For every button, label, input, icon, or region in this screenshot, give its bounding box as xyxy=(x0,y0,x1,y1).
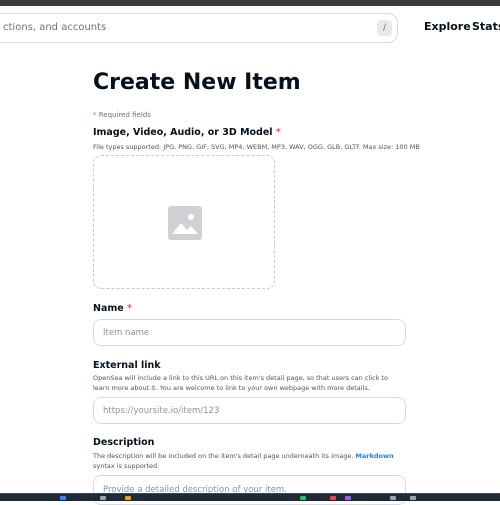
external-link-help: OpenSea will include a link to this URL … xyxy=(93,374,388,392)
nav-explore-link[interactable]: Explore xyxy=(424,20,471,33)
external-link-field[interactable] xyxy=(93,397,406,424)
media-label: Image, Video, Audio, or 3D Model * xyxy=(93,127,281,138)
nav-stats-link[interactable]: Stats xyxy=(472,20,500,33)
search-bar[interactable]: ctions, and accounts / xyxy=(0,13,398,43)
name-label: Name * xyxy=(93,303,132,314)
name-input[interactable] xyxy=(94,320,405,346)
taskbar-app-icon[interactable] xyxy=(345,496,351,500)
taskbar-app-icon[interactable] xyxy=(125,496,131,500)
description-label: Description xyxy=(93,437,155,448)
required-fields-note: * Required fields xyxy=(93,111,151,119)
required-star: * xyxy=(93,111,97,119)
description-help-text: The description will be included on the … xyxy=(93,452,354,460)
search-shortcut-key: / xyxy=(377,20,392,36)
media-upload-dropzone[interactable] xyxy=(93,155,275,289)
name-required-star: * xyxy=(127,303,132,314)
external-link-label: External link xyxy=(93,360,161,371)
media-required-star: * xyxy=(275,127,281,138)
taskbar-app-icon[interactable] xyxy=(390,496,396,500)
name-field[interactable] xyxy=(93,319,406,346)
taskbar-app-icon[interactable] xyxy=(300,496,306,500)
markdown-link[interactable]: Markdown xyxy=(356,452,394,460)
taskbar-app-icon[interactable] xyxy=(330,496,336,500)
site-header: ctions, and accounts / Explore Stats xyxy=(0,6,500,46)
taskbar-app-icon[interactable] xyxy=(60,496,66,500)
description-help-suffix: syntax is supported. xyxy=(93,462,160,470)
external-link-input[interactable] xyxy=(94,398,405,424)
required-fields-text: Required fields xyxy=(98,111,151,119)
page-title: Create New Item xyxy=(93,70,301,95)
description-help: The description will be included on the … xyxy=(93,451,406,471)
taskbar-app-icon[interactable] xyxy=(410,496,416,500)
taskbar-app-icon[interactable] xyxy=(100,496,106,500)
media-label-text: Image, Video, Audio, or 3D Model xyxy=(93,127,273,138)
search-placeholder[interactable]: ctions, and accounts xyxy=(3,14,106,42)
image-placeholder-icon xyxy=(168,206,202,240)
name-label-text: Name xyxy=(93,303,124,314)
media-help-text: File types supported: JPG, PNG, GIF, SVG… xyxy=(93,143,420,151)
